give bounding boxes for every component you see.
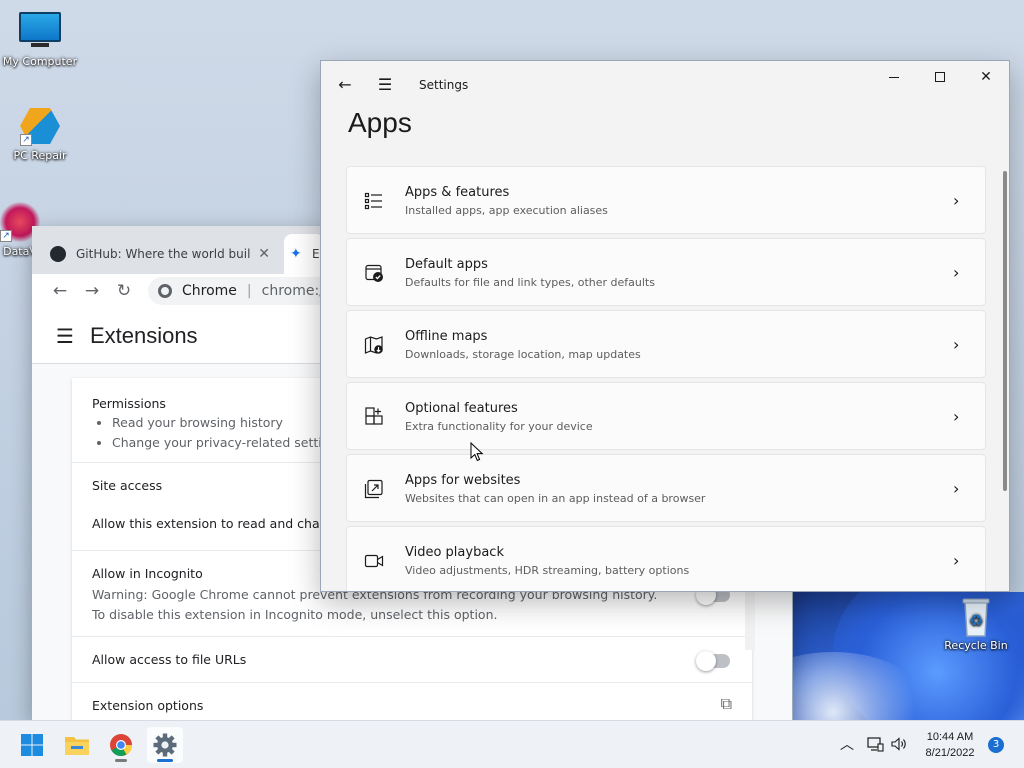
desktop-icon-pc-repair[interactable]: ↗ PC Repair xyxy=(0,106,80,162)
taskbar-settings[interactable] xyxy=(147,727,183,763)
minimize-button[interactable] xyxy=(871,61,917,93)
add-grid-icon xyxy=(365,407,383,425)
settings-item-label: Video playback xyxy=(405,545,504,560)
open-in-app-icon xyxy=(364,479,383,499)
map-icon xyxy=(364,336,383,354)
chrome-icon xyxy=(110,734,132,756)
maximize-button[interactable] xyxy=(917,61,963,93)
settings-titlebar: ← ☰ Settings ✕ xyxy=(321,61,1009,109)
settings-item-optional-features[interactable]: Optional features Extra functionality fo… xyxy=(346,382,986,450)
desktop-icon-my-computer[interactable]: My Computer xyxy=(0,10,80,68)
volume-icon[interactable] xyxy=(890,735,908,755)
settings-scrollbar[interactable] xyxy=(1003,171,1007,491)
settings-item-apps-for-websites[interactable]: Apps for websites Websites that can open… xyxy=(346,454,986,522)
list-icon xyxy=(364,192,382,210)
close-icon: ✕ xyxy=(980,69,992,85)
active-indicator xyxy=(157,759,173,762)
taskbar-chrome[interactable] xyxy=(103,727,139,763)
settings-item-label: Offline maps xyxy=(405,329,488,344)
settings-item-offline-maps[interactable]: Offline maps Downloads, storage location… xyxy=(346,310,986,378)
back-arrow-icon[interactable]: ← xyxy=(44,281,76,301)
settings-item-desc: Video adjustments, HDR streaming, batter… xyxy=(405,564,690,577)
extension-options-label[interactable]: Extension options xyxy=(72,698,752,713)
shortcut-arrow-icon: ↗ xyxy=(0,230,12,242)
divider xyxy=(72,682,752,683)
page-title: Extensions xyxy=(89,322,198,348)
shortcut-arrow-icon: ↗ xyxy=(20,134,32,146)
open-in-new-icon[interactable]: ⧉ xyxy=(721,694,732,714)
chrome-logo-icon xyxy=(158,284,172,298)
clock-time: 10:44 AM xyxy=(926,731,974,743)
network-icon[interactable] xyxy=(866,735,884,755)
settings-item-label: Optional features xyxy=(405,401,518,416)
chrome-tab-extensions[interactable]: ✦ E xyxy=(284,234,324,274)
running-indicator xyxy=(115,759,127,762)
omnibox-site: Chrome xyxy=(182,283,237,299)
page-title: Apps xyxy=(348,107,412,138)
start-button[interactable] xyxy=(14,727,50,763)
taskbar: ︿ 10:44 AM 8/21/2022 3 xyxy=(0,720,1024,768)
chevron-right-icon: › xyxy=(953,191,960,210)
chevron-up-icon[interactable]: ︿ xyxy=(838,735,856,755)
settings-item-label: Default apps xyxy=(405,257,488,272)
settings-item-label: Apps for websites xyxy=(405,473,521,488)
gear-icon xyxy=(153,733,177,757)
folder-icon xyxy=(65,737,89,755)
notification-badge[interactable]: 3 xyxy=(988,737,1004,753)
file-urls-label: Allow access to file URLs xyxy=(92,652,247,667)
settings-item-desc: Downloads, storage location, map updates xyxy=(405,348,641,361)
settings-item-desc: Extra functionality for your device xyxy=(405,420,593,433)
pc-repair-icon: ↗ xyxy=(18,106,62,146)
desktop-icon-label: PC Repair xyxy=(13,149,67,162)
tab-title: GitHub: Where the world builds s xyxy=(76,247,251,261)
mouse-cursor-icon xyxy=(470,442,484,462)
desktop-icon-recycle-bin[interactable]: ♻ Recycle Bin xyxy=(936,596,1016,652)
windows-logo-icon xyxy=(21,734,43,756)
forward-arrow-icon[interactable]: → xyxy=(76,281,108,301)
system-clock[interactable]: 10:44 AM 8/21/2022 xyxy=(914,729,986,761)
file-urls-toggle[interactable] xyxy=(696,651,730,671)
chrome-tab-github[interactable]: GitHub: Where the world builds s ✕ xyxy=(40,234,280,274)
settings-item-default-apps[interactable]: Default apps Defaults for file and link … xyxy=(346,238,986,306)
hamburger-menu-icon[interactable]: ☰ xyxy=(56,324,74,348)
chevron-right-icon: › xyxy=(953,263,960,282)
settings-window[interactable]: ← ☰ Settings ✕ Apps Apps & features Inst… xyxy=(320,60,1010,592)
settings-item-label: Apps & features xyxy=(405,185,510,200)
divider xyxy=(72,636,752,637)
omnibox-separator: | xyxy=(246,283,252,299)
desktop-icon-label: My Computer xyxy=(2,55,78,68)
chevron-right-icon: › xyxy=(953,551,960,570)
minimize-icon xyxy=(889,76,899,78)
recycle-bin-icon: ♻ xyxy=(954,596,998,637)
clock-date: 8/21/2022 xyxy=(925,747,975,759)
tab-title: E xyxy=(312,247,320,261)
default-apps-icon xyxy=(365,264,383,282)
settings-item-desc: Defaults for file and link types, other … xyxy=(405,276,655,289)
settings-item-video-playback[interactable]: Video playback Video adjustments, HDR st… xyxy=(346,526,986,591)
desktop-icon-label: Recycle Bin xyxy=(944,639,1008,652)
maximize-icon xyxy=(935,72,945,82)
settings-item-desc: Websites that can open in an app instead… xyxy=(405,492,706,505)
video-icon xyxy=(364,554,384,568)
window-title: Settings xyxy=(419,78,469,92)
close-button[interactable]: ✕ xyxy=(963,61,1009,93)
svg-text:♻: ♻ xyxy=(969,611,983,630)
monitor-icon xyxy=(18,12,62,52)
back-arrow-icon[interactable]: ← xyxy=(335,75,355,95)
close-tab-icon[interactable]: ✕ xyxy=(258,246,270,262)
settings-item-desc: Installed apps, app execution aliases xyxy=(405,204,608,217)
settings-item-apps-features[interactable]: Apps & features Installed apps, app exec… xyxy=(346,166,986,234)
chevron-right-icon: › xyxy=(953,407,960,426)
puzzle-icon: ✦ xyxy=(290,246,302,262)
taskbar-file-explorer[interactable] xyxy=(59,727,95,763)
chevron-right-icon: › xyxy=(953,335,960,354)
chevron-right-icon: › xyxy=(953,479,960,498)
github-icon xyxy=(50,246,66,262)
reload-icon[interactable]: ↻ xyxy=(108,281,140,301)
hamburger-menu-icon[interactable]: ☰ xyxy=(375,75,395,95)
